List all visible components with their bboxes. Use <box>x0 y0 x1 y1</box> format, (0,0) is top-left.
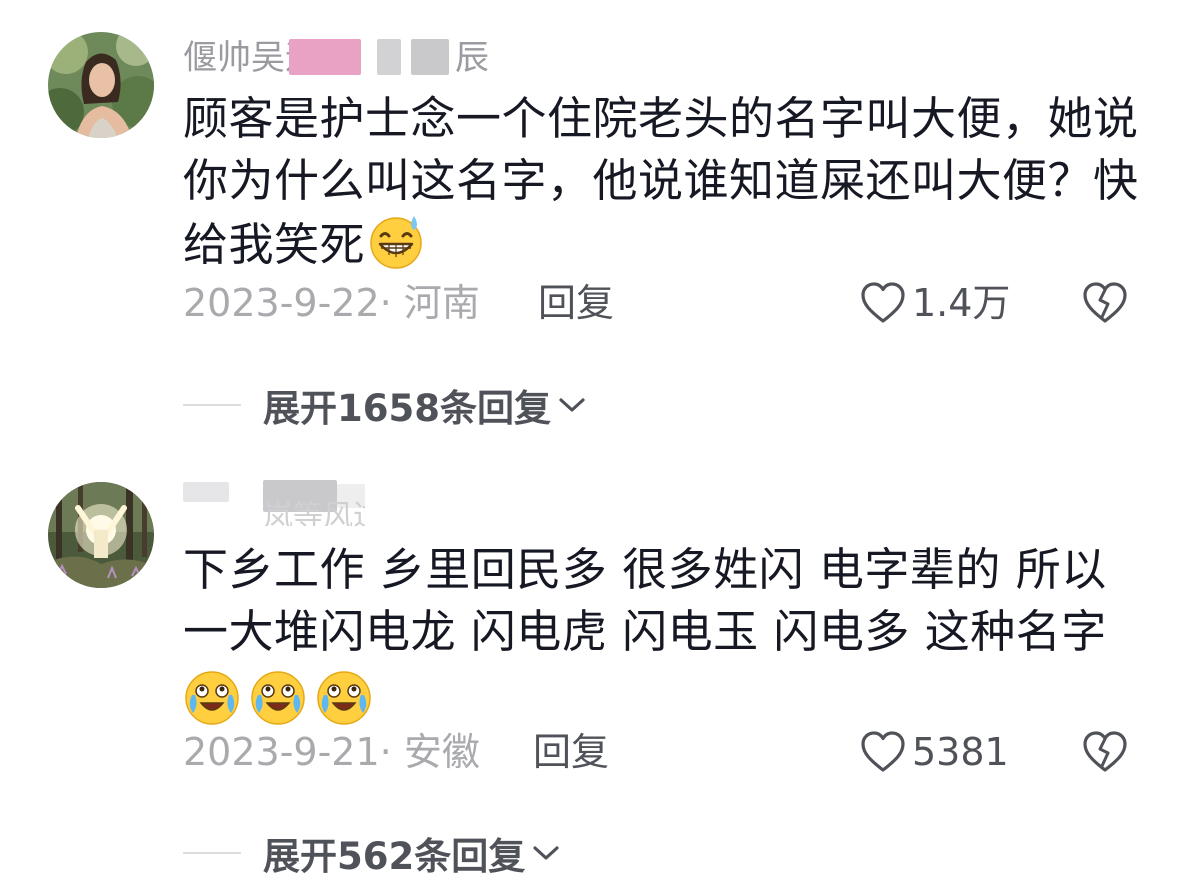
chevron-down-icon <box>559 398 585 412</box>
like-count: 5381 <box>912 730 1009 774</box>
username[interactable]: 岚等风过_ <box>183 478 365 526</box>
chevron-down-icon <box>533 846 559 860</box>
username-tail: 辰 <box>455 38 489 78</box>
username-redaction <box>289 39 361 75</box>
reply-button[interactable]: 回复 <box>533 727 609 777</box>
like-count: 1.4万 <box>912 281 1011 325</box>
comment-date: 2023-9-22 <box>183 281 380 325</box>
dislike-button[interactable] <box>1082 730 1128 786</box>
comment-date-location: 2023-9-22· 河南 <box>183 278 480 328</box>
username-tail: 岚等风过_ <box>263 499 365 526</box>
comment-text: 顾客是护士念一个住院老头的名字叫大便，她说你为什么叫这名字，他说谁知道屎还叫大便… <box>183 88 1143 286</box>
comment-content: 顾客是护士念一个住院老头的名字叫大便，她说你为什么叫这名字，他说谁知道屎还叫大便… <box>183 92 1139 271</box>
heart-outline-icon <box>861 282 905 323</box>
comment-meta: 2023-9-21· 安徽 回复 5381 <box>183 727 1143 777</box>
like-button[interactable]: 5381 <box>860 727 1009 777</box>
divider <box>183 852 241 854</box>
location-separator: · <box>379 281 404 325</box>
heart-outline-icon <box>861 731 905 772</box>
expand-replies-label: 展开1658条回复 <box>263 387 551 430</box>
broken-heart-icon <box>1083 282 1127 323</box>
expand-replies[interactable]: 展开562条回复 <box>183 828 561 878</box>
divider <box>183 404 241 406</box>
comment-text: 下乡工作 乡里回民多 很多姓闪 电字辈的 所以一大堆闪电龙 闪电虎 闪电玉 闪电… <box>183 539 1143 743</box>
broken-heart-icon <box>1083 731 1127 772</box>
comment-content: 下乡工作 乡里回民多 很多姓闪 电字辈的 所以一大堆闪电龙 闪电虎 闪电玉 闪电… <box>183 543 1107 658</box>
comment-date-location: 2023-9-21· 安徽 <box>183 727 480 777</box>
expand-replies-label: 展开562条回复 <box>263 835 526 878</box>
comment-date: 2023-9-21 <box>183 730 380 774</box>
avatar[interactable] <box>48 32 154 138</box>
username-redaction <box>183 482 229 502</box>
comment-location: 河南 <box>403 281 480 325</box>
comment-item: 岚等风过_ 下乡工作 乡里回民多 很多姓闪 电字辈的 所以一大堆闪电龙 闪电虎 … <box>0 440 1179 878</box>
comment-meta: 2023-9-22· 河南 回复 1.4万 <box>183 278 1143 328</box>
expand-replies[interactable]: 展开1658条回复 <box>183 380 587 430</box>
reply-button[interactable]: 回复 <box>538 278 614 328</box>
username[interactable]: 偃帅吴迪辰 <box>183 37 489 79</box>
grin-sweat-emoji <box>367 212 425 286</box>
comment-location: 安徽 <box>403 730 480 774</box>
like-button[interactable]: 1.4万 <box>860 278 1010 328</box>
username-redaction <box>377 39 401 75</box>
dislike-button[interactable] <box>1082 281 1128 337</box>
comment-item: 偃帅吴迪辰 顾客是护士念一个住院老头的名字叫大便，她说你为什么叫这名字，他说谁知… <box>0 0 1179 440</box>
username-redaction <box>411 39 449 75</box>
location-separator: · <box>379 730 404 774</box>
username-redaction <box>229 480 263 516</box>
avatar[interactable] <box>48 482 154 588</box>
